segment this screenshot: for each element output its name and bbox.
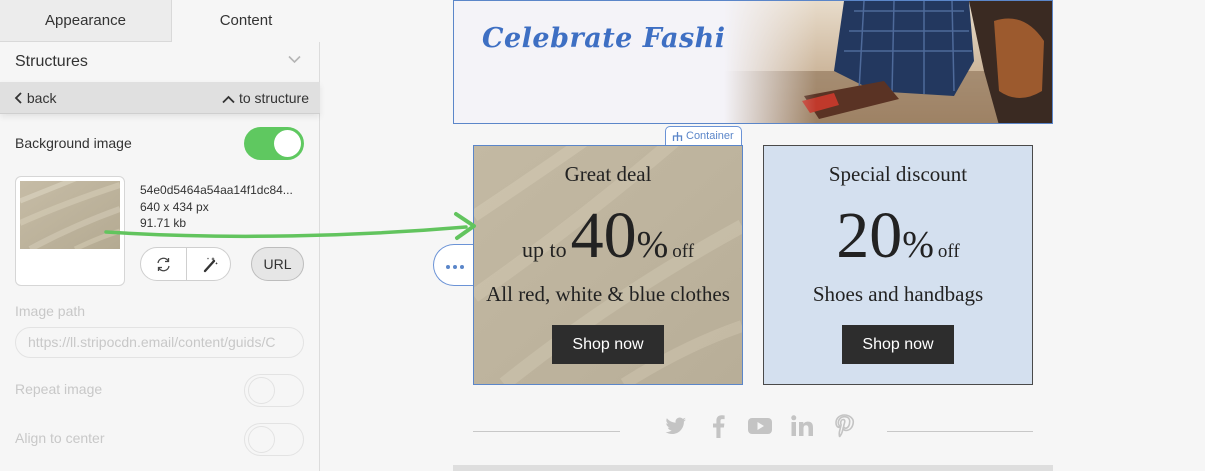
- discount-percent: %: [902, 224, 934, 266]
- card-title: Special discount: [828, 162, 968, 186]
- container-tag-label: Container: [686, 130, 734, 142]
- replace-image-button[interactable]: [141, 248, 186, 280]
- image-file-name: 54e0d5464a54aa14f1dc84...: [140, 183, 293, 197]
- promo-card-special-discount[interactable]: Special discount 20% off Shoes and handb…: [763, 145, 1033, 385]
- structure-nav-bar: back to structure: [0, 82, 320, 114]
- pinterest-icon[interactable]: [833, 414, 855, 438]
- more-options-button[interactable]: [433, 244, 478, 286]
- to-structure-button[interactable]: to structure: [222, 90, 309, 106]
- youtube-icon[interactable]: [747, 414, 773, 438]
- magic-wand-icon: [203, 257, 218, 273]
- structures-title: Structures: [15, 53, 88, 70]
- discount-suffix: off: [672, 241, 695, 262]
- facebook-icon[interactable]: [708, 414, 728, 438]
- align-center-label: Align to center: [15, 430, 105, 446]
- tab-appearance[interactable]: Appearance: [0, 0, 172, 42]
- tab-content[interactable]: Content: [172, 0, 320, 42]
- shop-now-button[interactable]: Shop now: [842, 325, 954, 364]
- card-subtitle: Shoes and handbags: [812, 282, 984, 306]
- promo-card-great-deal[interactable]: Great deal up to 40% off All red, white …: [473, 145, 743, 385]
- refresh-icon: [157, 257, 170, 272]
- discount-headline: up to 40% off: [474, 196, 742, 293]
- structure-icon: [672, 132, 683, 141]
- dot-icon: [460, 265, 464, 269]
- shop-now-button[interactable]: Shop now: [552, 325, 664, 364]
- social-divider-right: [887, 431, 1033, 432]
- image-file-size: 91.71 kb: [140, 216, 187, 230]
- card-title: Great deal: [564, 162, 652, 186]
- back-label: back: [26, 90, 57, 106]
- image-action-buttons: [140, 247, 231, 281]
- social-divider-left: [473, 431, 620, 432]
- discount-percent: %: [636, 224, 669, 266]
- card-subtitle: All red, white & blue clothes: [486, 282, 730, 306]
- footer-block: [453, 465, 1053, 471]
- toggle-knob: [248, 377, 275, 404]
- image-url-button[interactable]: URL: [251, 247, 304, 281]
- chevron-down-icon: [288, 55, 301, 64]
- background-image-thumbnail[interactable]: [15, 176, 125, 286]
- linkedin-icon[interactable]: [790, 414, 814, 438]
- settings-panel: Appearance Content Structures back to st…: [0, 0, 320, 471]
- toggle-knob: [248, 426, 275, 453]
- background-image-toggle[interactable]: [244, 127, 304, 160]
- container-tag[interactable]: Container: [665, 126, 742, 145]
- toggle-knob: [274, 130, 301, 157]
- background-image-label: Background image: [15, 135, 132, 151]
- chevron-left-icon: [14, 92, 22, 104]
- sand-texture-image: [20, 181, 120, 249]
- hero-banner[interactable]: Celebrate Fashionably: [453, 0, 1053, 124]
- repeat-image-toggle[interactable]: [244, 374, 304, 407]
- banner-photo: [724, 1, 1052, 123]
- align-center-toggle[interactable]: [244, 423, 304, 456]
- edit-image-button[interactable]: [187, 248, 232, 280]
- dot-icon: [446, 265, 450, 269]
- discount-suffix: off: [937, 241, 960, 262]
- structures-section-header[interactable]: Structures: [0, 42, 320, 82]
- discount-number: 40: [570, 199, 637, 272]
- dot-icon: [453, 265, 457, 269]
- twitter-icon[interactable]: [664, 414, 688, 438]
- editor-screen: Appearance Content Structures back to st…: [0, 0, 1205, 471]
- discount-number: 20: [836, 199, 903, 272]
- to-structure-label: to structure: [238, 90, 309, 106]
- image-path-input[interactable]: https://ll.stripocdn.email/content/guids…: [15, 327, 304, 358]
- discount-prefix: up to: [521, 237, 567, 262]
- image-dimensions: 640 x 434 px: [140, 200, 209, 214]
- discount-headline: 20% off: [764, 196, 1032, 293]
- chevron-up-icon: [222, 95, 235, 104]
- panel-tabs: Appearance Content: [0, 0, 320, 42]
- back-button[interactable]: back: [14, 90, 56, 106]
- image-path-label: Image path: [15, 303, 86, 319]
- repeat-image-label: Repeat image: [15, 381, 103, 397]
